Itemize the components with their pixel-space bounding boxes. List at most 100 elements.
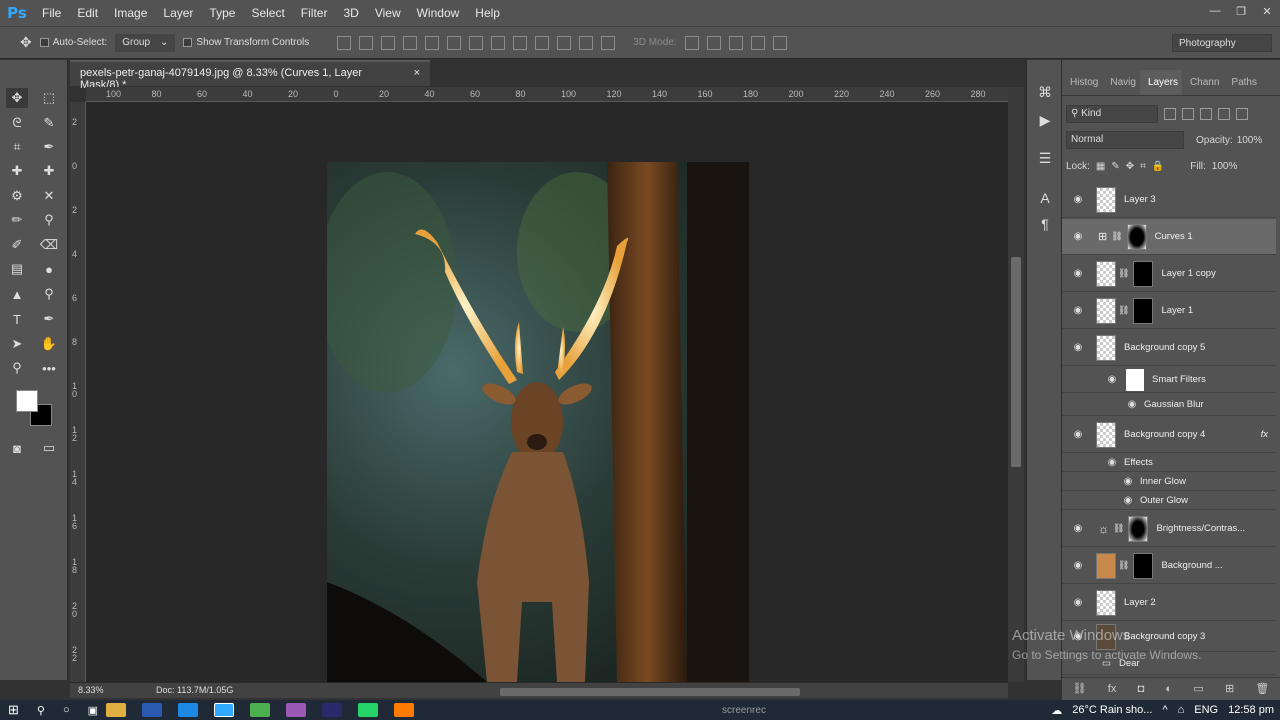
auto-select-checkbox[interactable] bbox=[39, 38, 49, 47]
cortana-icon[interactable]: ○ bbox=[63, 704, 70, 716]
lock-position-icon[interactable]: ✥ bbox=[1126, 161, 1134, 172]
auto-select-dropdown[interactable]: Group ⌄ bbox=[115, 33, 176, 52]
opacity-value[interactable]: 100% bbox=[1237, 135, 1263, 146]
task-view-icon[interactable]: ▣ bbox=[88, 704, 98, 717]
history-icon[interactable]: ⌘ bbox=[1035, 82, 1055, 102]
layer-row[interactable]: ◉ Background copy 4 fx bbox=[1062, 417, 1276, 453]
filter-smart-icon[interactable] bbox=[1236, 108, 1248, 120]
fx-badge[interactable]: fx bbox=[1261, 429, 1268, 440]
new-group-icon[interactable]: ▭ bbox=[1193, 682, 1203, 695]
visibility-eye-icon[interactable]: ◉ bbox=[1068, 342, 1088, 353]
layer-row[interactable]: ◉ ☼ ⛓ Brightness/Contras... bbox=[1062, 511, 1276, 547]
restore-icon[interactable]: ❐ bbox=[1228, 0, 1254, 22]
character-icon[interactable]: A bbox=[1035, 188, 1055, 208]
delete-layer-icon[interactable]: 🗑 bbox=[1255, 682, 1269, 695]
blur-icon[interactable]: ● bbox=[38, 259, 60, 279]
more-tools-icon[interactable]: ••• bbox=[38, 358, 60, 378]
visibility-eye-icon[interactable]: ◉ bbox=[1068, 194, 1088, 205]
effects-row[interactable]: ◉ Effects bbox=[1062, 454, 1276, 472]
brush-icon[interactable]: ✏ bbox=[6, 210, 28, 230]
dodge-icon[interactable]: ▲ bbox=[6, 284, 28, 304]
foreground-color-swatch[interactable] bbox=[16, 390, 38, 412]
eyedropper-icon[interactable]: ✒ bbox=[38, 137, 60, 157]
eraser-icon[interactable]: ⌫ bbox=[38, 235, 60, 255]
visibility-eye-icon[interactable]: ◉ bbox=[1068, 268, 1088, 279]
search-icon[interactable]: ⚲ bbox=[37, 704, 45, 717]
premiere-icon[interactable] bbox=[286, 703, 307, 717]
close-window-icon[interactable]: ✕ bbox=[1254, 0, 1280, 22]
patch-icon[interactable]: ✚ bbox=[38, 161, 60, 181]
layer-row[interactable]: ◉ Layer 2 bbox=[1062, 585, 1276, 621]
distribute-vcenter-icon[interactable] bbox=[491, 35, 506, 50]
close-tab-icon[interactable]: × bbox=[414, 67, 420, 81]
align-right-icon[interactable] bbox=[447, 35, 462, 50]
layer-row-selected[interactable]: ◉ ⊞ ⛓ Curves 1 bbox=[1062, 219, 1276, 255]
layer-row[interactable]: ◉ ⛓ Layer 1 bbox=[1062, 293, 1276, 329]
layer-mask-thumbnail[interactable] bbox=[1126, 223, 1147, 250]
pen-icon[interactable]: ✒ bbox=[38, 309, 60, 329]
crop-icon[interactable]: ⌗ bbox=[6, 137, 28, 157]
chrome-icon[interactable] bbox=[250, 703, 271, 717]
3d-slide-icon[interactable] bbox=[750, 35, 765, 50]
lock-transparent-icon[interactable]: ▦ bbox=[1096, 161, 1105, 172]
media-encoder-icon[interactable] bbox=[322, 703, 343, 717]
language[interactable]: ENG bbox=[1194, 704, 1218, 716]
hand-icon[interactable]: ✋ bbox=[38, 334, 60, 354]
content-aware-icon[interactable]: ⚙ bbox=[6, 186, 28, 206]
minimize-icon[interactable]: — bbox=[1202, 0, 1228, 22]
vertical-scroll-thumb[interactable] bbox=[1011, 257, 1021, 467]
move-icon[interactable]: ✥ bbox=[6, 88, 28, 108]
burn-icon[interactable]: ⚲ bbox=[38, 284, 60, 304]
transform-controls-checkbox[interactable] bbox=[183, 38, 193, 47]
menu-file[interactable]: File bbox=[34, 0, 69, 26]
link-layers-icon[interactable]: ⛓ bbox=[1073, 682, 1087, 695]
visibility-eye-icon[interactable]: ◉ bbox=[1068, 597, 1088, 608]
align-vcenter-icon[interactable] bbox=[359, 35, 374, 50]
properties-icon[interactable]: ☰ bbox=[1035, 148, 1055, 168]
visibility-eye-icon[interactable]: ◉ bbox=[1102, 457, 1122, 468]
3d-rotate-icon[interactable] bbox=[684, 35, 699, 50]
menu-edit[interactable]: Edit bbox=[69, 0, 106, 26]
move-tool-icon[interactable]: ✥ bbox=[20, 34, 32, 51]
windows-start-icon[interactable]: ⊞ bbox=[8, 702, 19, 718]
file-explorer-icon[interactable] bbox=[106, 703, 127, 717]
doc-size[interactable]: Doc: 113.7M/1.05G bbox=[156, 685, 233, 695]
filter-adjustment-icon[interactable] bbox=[1182, 108, 1194, 120]
gradient-icon[interactable]: ▤ bbox=[6, 259, 28, 279]
menu-3d[interactable]: 3D bbox=[335, 0, 366, 26]
quick-mask-icon[interactable]: ◙ bbox=[6, 438, 28, 458]
tab-paths[interactable]: Paths bbox=[1223, 70, 1261, 95]
photoshop-active-icon[interactable] bbox=[214, 703, 235, 717]
distribute-hcenter-icon[interactable] bbox=[557, 35, 572, 50]
network-icon[interactable]: ⌂ bbox=[1178, 704, 1185, 716]
filter-type-icon[interactable] bbox=[1200, 108, 1212, 120]
layer-mask-thumbnail[interactable] bbox=[1128, 515, 1149, 542]
firefox-icon[interactable] bbox=[394, 703, 415, 717]
filter-mask-thumbnail[interactable] bbox=[1126, 368, 1144, 391]
visibility-eye-icon[interactable]: ◉ bbox=[1118, 495, 1138, 506]
horizontal-scroll-thumb[interactable] bbox=[500, 688, 800, 696]
effect-row[interactable]: ◉ Inner Glow bbox=[1062, 473, 1276, 491]
tab-layers[interactable]: Layers bbox=[1139, 70, 1182, 95]
visibility-eye-icon[interactable]: ◉ bbox=[1068, 560, 1088, 571]
distribute-right-icon[interactable] bbox=[579, 35, 594, 50]
quick-select-icon[interactable]: ✎ bbox=[38, 113, 60, 133]
add-mask-icon[interactable]: ◘ bbox=[1138, 683, 1145, 695]
align-bottom-icon[interactable] bbox=[381, 35, 396, 50]
effect-row[interactable]: ◉ Outer Glow bbox=[1062, 492, 1276, 510]
whatsapp-icon[interactable] bbox=[358, 703, 379, 717]
3d-drag-icon[interactable] bbox=[728, 35, 743, 50]
tab-channels[interactable]: Chann bbox=[1182, 70, 1223, 95]
visibility-eye-icon[interactable]: ◉ bbox=[1068, 523, 1088, 534]
history-brush-icon[interactable]: ✐ bbox=[6, 235, 28, 255]
weather-text[interactable]: 26°C Rain sho... bbox=[1072, 704, 1152, 716]
tab-navigator[interactable]: Navig bbox=[1102, 70, 1140, 95]
3d-roll-icon[interactable] bbox=[706, 35, 721, 50]
weather-icon[interactable]: ☁ bbox=[1051, 704, 1062, 717]
lock-artboard-icon[interactable]: ⌗ bbox=[1140, 161, 1146, 172]
menu-window[interactable]: Window bbox=[409, 0, 468, 26]
zoom-level[interactable]: 8.33% bbox=[78, 685, 104, 695]
layer-row[interactable]: ◉ Background copy 5 bbox=[1062, 330, 1276, 366]
distribute-bottom-icon[interactable] bbox=[513, 35, 528, 50]
document-tab[interactable]: pexels-petr-ganaj-4079149.jpg @ 8.33% (C… bbox=[70, 60, 430, 91]
